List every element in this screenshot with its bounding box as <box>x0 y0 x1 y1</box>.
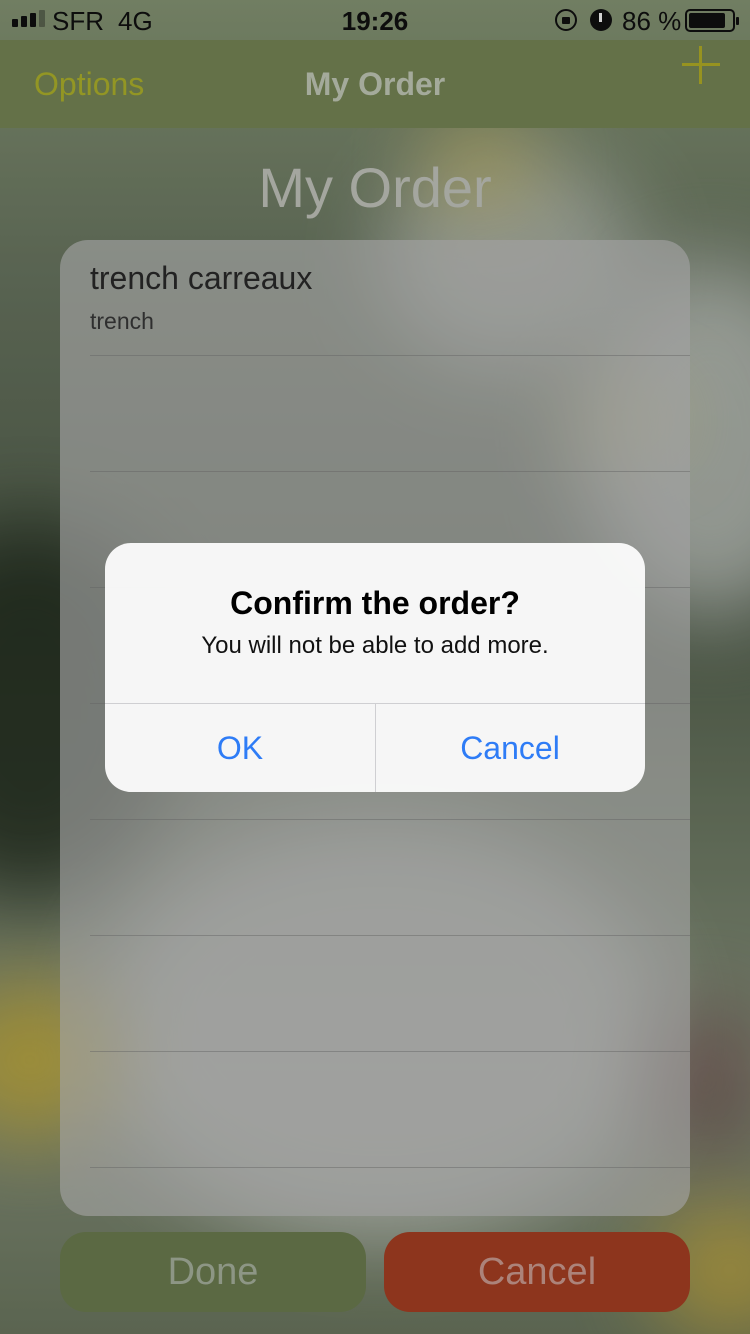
alert-title: Confirm the order? <box>230 585 520 621</box>
confirm-alert: Confirm the order? You will not be able … <box>105 543 645 792</box>
alert-message: You will not be able to add more. <box>201 632 549 659</box>
alert-ok-button[interactable]: OK <box>105 704 375 792</box>
alert-cancel-button[interactable]: Cancel <box>375 704 645 792</box>
